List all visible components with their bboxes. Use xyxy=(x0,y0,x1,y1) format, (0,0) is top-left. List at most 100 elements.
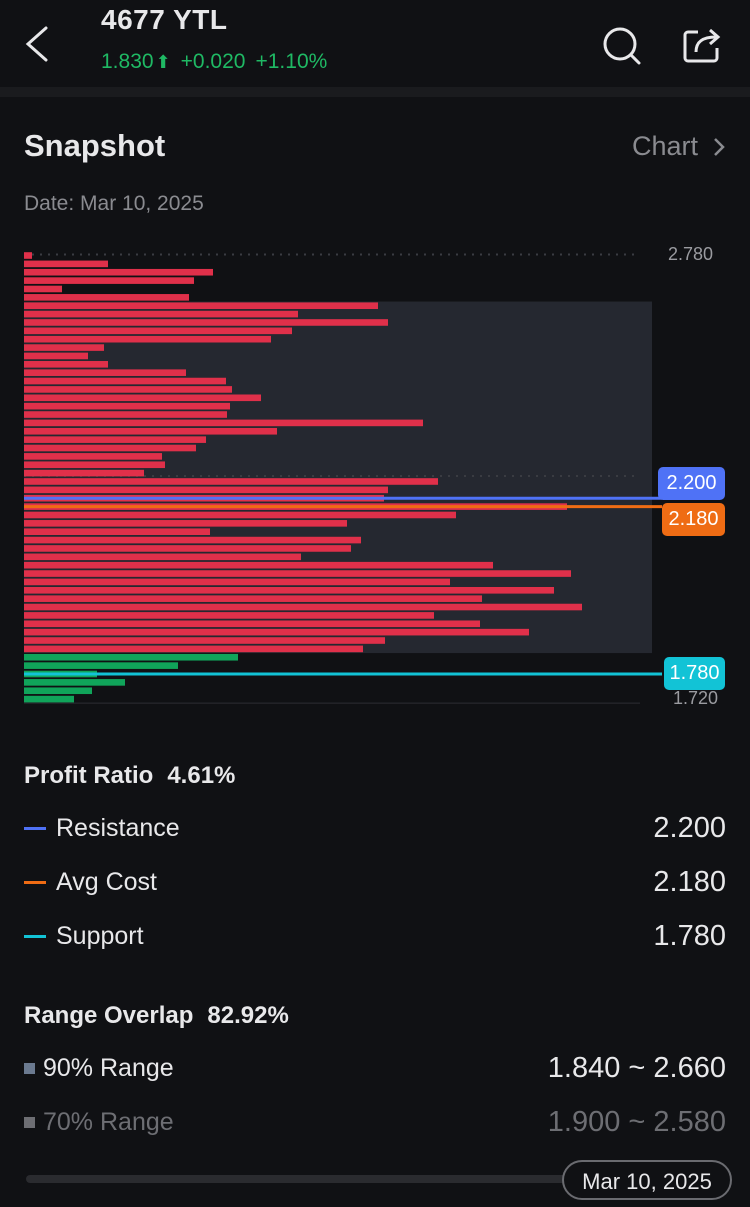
chip-distribution-chart[interactable] xyxy=(0,240,750,710)
range70-value: 1.900 ~ 2.580 xyxy=(547,1106,726,1138)
green-chip-bar xyxy=(24,695,74,703)
red-chip-bar xyxy=(24,536,361,544)
red-chip-bar xyxy=(24,612,434,619)
avg-cost-label: Avg Cost xyxy=(56,868,157,896)
red-chip-bar xyxy=(24,419,423,427)
range90-legend-icon xyxy=(24,1063,35,1074)
back-button[interactable] xyxy=(22,24,52,64)
red-chip-bar xyxy=(24,628,529,636)
range-overlap-value: 82.92% xyxy=(207,1002,289,1029)
avg-cost-value: 2.180 xyxy=(653,866,726,898)
red-chip-bar xyxy=(24,587,554,594)
avg-cost-row: Avg Cost 2.180 xyxy=(24,866,726,899)
red-chip-bar xyxy=(24,553,301,561)
chevron-left-icon xyxy=(25,26,48,62)
red-chip-bar xyxy=(24,335,271,343)
red-chip-bar xyxy=(24,486,388,494)
red-chip-bar xyxy=(24,427,277,435)
chart-link[interactable]: Chart xyxy=(632,131,726,162)
header-divider xyxy=(0,87,750,97)
profit-ratio-value: 4.61% xyxy=(167,762,236,789)
range90-label: 90% Range xyxy=(43,1054,174,1082)
price-change: +0.020 xyxy=(180,50,246,73)
resistance-legend-icon xyxy=(24,827,46,830)
red-chip-bar xyxy=(24,285,62,293)
support-badge: 1.780 xyxy=(664,657,725,690)
range-overlap-label: Range Overlap xyxy=(24,1002,194,1029)
support-label: Support xyxy=(56,922,144,950)
red-chip-bar xyxy=(24,436,206,443)
red-chip-bar xyxy=(24,444,196,452)
red-chip-bar xyxy=(24,260,108,268)
red-chip-bar xyxy=(24,277,194,284)
red-chip-bar xyxy=(24,511,456,519)
red-chip-bar xyxy=(24,411,227,418)
red-chip-bar xyxy=(24,469,144,477)
red-chip-bar xyxy=(24,645,363,653)
range70-label: 70% Range xyxy=(43,1108,174,1136)
red-chip-bar xyxy=(24,578,450,586)
share-icon xyxy=(683,28,721,63)
range70-row: 70% Range 1.900 ~ 2.580 xyxy=(24,1106,726,1139)
share-button[interactable] xyxy=(682,24,724,71)
red-chip-bar xyxy=(24,310,298,318)
red-chip-bar xyxy=(24,319,388,326)
red-chip-bar xyxy=(24,520,347,527)
section-title: Snapshot xyxy=(24,128,166,163)
red-chip-bar xyxy=(24,344,104,351)
red-chip-bar xyxy=(24,402,230,410)
arrow-up-icon: ⬆ xyxy=(155,51,171,72)
red-chip-bar xyxy=(24,268,213,276)
search-button[interactable] xyxy=(600,24,644,73)
stock-title: 4677 YTL xyxy=(101,4,228,35)
range90-row: 90% Range 1.840 ~ 2.660 xyxy=(24,1052,726,1085)
axis-label-bottom: 1.720 xyxy=(673,688,719,708)
avg-cost-badge: 2.180 xyxy=(662,503,725,536)
avg-cost-legend-icon xyxy=(24,881,46,884)
red-chip-bar xyxy=(24,595,482,602)
price-change-pct: +1.10% xyxy=(255,50,328,73)
red-chip-bar xyxy=(24,545,351,552)
red-chip-bar xyxy=(24,394,261,402)
red-chip-bar xyxy=(24,528,210,536)
green-chip-bar xyxy=(24,662,178,669)
resistance-row: Resistance 2.200 xyxy=(24,812,726,845)
red-chip-bar xyxy=(24,294,189,301)
snapshot-date: Date: Mar 10, 2025 xyxy=(24,192,204,215)
red-chip-bar xyxy=(24,603,582,611)
red-chip-bar xyxy=(24,352,88,360)
axis-label-top: 2.780 xyxy=(668,244,714,264)
red-chip-bar xyxy=(24,361,108,368)
red-chip-bar xyxy=(24,478,438,485)
red-chip-bar xyxy=(24,302,378,310)
timeline-slider[interactable] xyxy=(26,1175,586,1183)
range70-legend-icon xyxy=(24,1117,35,1128)
red-chip-bar xyxy=(24,570,571,577)
red-chip-bar xyxy=(24,327,292,335)
chart-link-label: Chart xyxy=(631,131,698,161)
range-overlap: Range Overlap 82.92% xyxy=(24,1002,289,1030)
green-chip-bar xyxy=(24,679,125,686)
red-chip-bar xyxy=(24,453,162,460)
red-chip-bar xyxy=(24,561,493,569)
red-chip-bar xyxy=(24,252,32,259)
red-chip-bar xyxy=(24,620,480,628)
support-row: Support 1.780 xyxy=(24,920,726,953)
range90-value: 1.840 ~ 2.660 xyxy=(547,1052,726,1084)
profit-ratio: Profit Ratio 4.61% xyxy=(24,762,235,790)
support-legend-icon xyxy=(24,935,46,938)
green-chip-bar xyxy=(24,653,238,661)
red-chip-bar xyxy=(24,386,232,393)
support-value: 1.780 xyxy=(653,920,726,952)
red-chip-bar xyxy=(24,377,226,385)
red-chip-bar xyxy=(24,461,165,469)
last-price: 1.830 xyxy=(101,50,154,73)
timeline-date-handle[interactable]: Mar 10, 2025 xyxy=(562,1160,732,1200)
green-chip-bar xyxy=(24,687,92,695)
resistance-badge: 2.200 xyxy=(658,467,725,500)
search-icon xyxy=(603,27,641,65)
resistance-label: Resistance xyxy=(56,814,180,842)
resistance-value: 2.200 xyxy=(653,812,726,844)
quote-line: 1.830 ⬆ +0.020 +1.10% xyxy=(101,50,327,74)
profit-ratio-label: Profit Ratio xyxy=(24,762,154,789)
